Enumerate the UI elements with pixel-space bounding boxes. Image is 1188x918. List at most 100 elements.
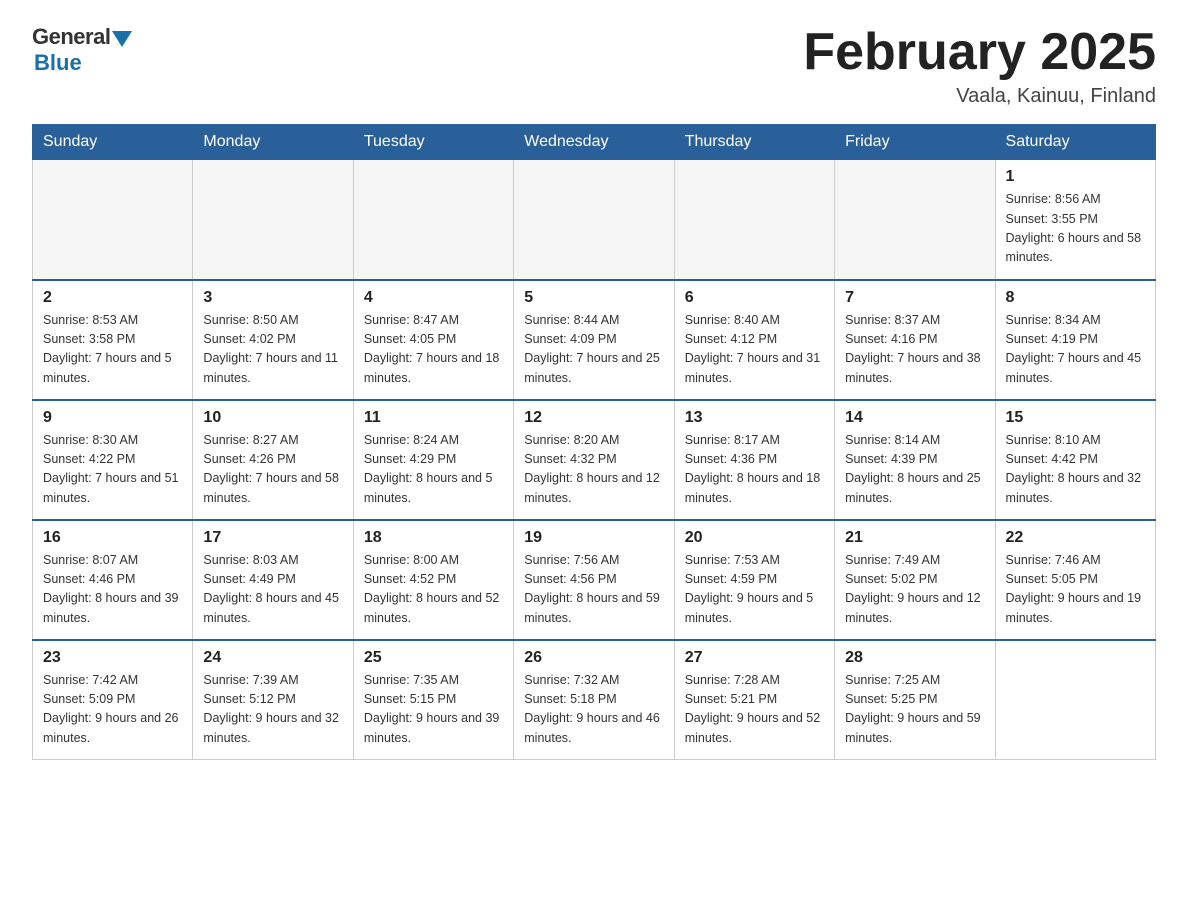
day-info: Sunrise: 8:17 AMSunset: 4:36 PMDaylight:… [685,431,824,509]
day-info: Sunrise: 7:25 AMSunset: 5:25 PMDaylight:… [845,671,984,749]
calendar-cell: 24 Sunrise: 7:39 AMSunset: 5:12 PMDayligh… [193,640,353,760]
calendar-cell [33,160,193,280]
day-info: Sunrise: 7:32 AMSunset: 5:18 PMDaylight:… [524,671,663,749]
logo: General Blue [32,24,132,76]
calendar-cell [995,640,1155,760]
logo-blue-text: Blue [34,50,82,76]
day-number: 1 [1006,168,1145,186]
day-info: Sunrise: 8:40 AMSunset: 4:12 PMDaylight:… [685,311,824,389]
day-number: 10 [203,409,342,427]
logo-arrow-icon [112,31,132,47]
calendar-cell: 3 Sunrise: 8:50 AMSunset: 4:02 PMDaylight… [193,280,353,400]
calendar-cell: 1 Sunrise: 8:56 AMSunset: 3:55 PMDaylight… [995,160,1155,280]
logo-general-text: General [32,24,110,50]
calendar-cell: 10Sunrise: 8:27 AMSunset: 4:26 PMDayligh… [193,400,353,520]
day-number: 13 [685,409,824,427]
day-info: Sunrise: 8:37 AMSunset: 4:16 PMDaylight:… [845,311,984,389]
day-number: 24 [203,649,342,667]
calendar-cell: 28 Sunrise: 7:25 AMSunset: 5:25 PMDayligh… [835,640,995,760]
column-header-sunday: Sunday [33,125,193,160]
day-number: 28 [845,649,984,667]
calendar-cell: 7 Sunrise: 8:37 AMSunset: 4:16 PMDaylight… [835,280,995,400]
calendar-cell: 14 Sunrise: 8:14 AMSunset: 4:39 PMDayligh… [835,400,995,520]
day-number: 26 [524,649,663,667]
day-info: Sunrise: 8:07 AMSunset: 4:46 PMDaylight:… [43,551,182,629]
day-info: Sunrise: 8:30 AMSunset: 4:22 PMDaylight:… [43,431,182,509]
day-info: Sunrise: 7:42 AMSunset: 5:09 PMDaylight:… [43,671,182,749]
calendar-cell: 18Sunrise: 8:00 AMSunset: 4:52 PMDayligh… [353,520,513,640]
day-number: 23 [43,649,182,667]
calendar-cell: 2 Sunrise: 8:53 AMSunset: 3:58 PMDaylight… [33,280,193,400]
calendar-cell [353,160,513,280]
calendar-cell: 17 Sunrise: 8:03 AMSunset: 4:49 PMDayligh… [193,520,353,640]
day-number: 27 [685,649,824,667]
calendar-cell [674,160,834,280]
day-number: 6 [685,289,824,307]
day-info: Sunrise: 7:28 AMSunset: 5:21 PMDaylight:… [685,671,824,749]
calendar-cell: 23 Sunrise: 7:42 AMSunset: 5:09 PMDayligh… [33,640,193,760]
day-info: Sunrise: 8:14 AMSunset: 4:39 PMDaylight:… [845,431,984,509]
day-info: Sunrise: 8:24 AMSunset: 4:29 PMDaylight:… [364,431,503,509]
month-title: February 2025 [803,24,1156,81]
page-header: General Blue February 2025 Vaala, Kainuu… [32,24,1156,108]
calendar-cell: 21 Sunrise: 7:49 AMSunset: 5:02 PMDayligh… [835,520,995,640]
day-info: Sunrise: 7:56 AMSunset: 4:56 PMDaylight:… [524,551,663,629]
calendar-cell: 6 Sunrise: 8:40 AMSunset: 4:12 PMDaylight… [674,280,834,400]
day-info: Sunrise: 8:10 AMSunset: 4:42 PMDaylight:… [1006,431,1145,509]
day-info: Sunrise: 7:39 AMSunset: 5:12 PMDaylight:… [203,671,342,749]
day-number: 3 [203,289,342,307]
column-header-saturday: Saturday [995,125,1155,160]
calendar-cell [835,160,995,280]
day-info: Sunrise: 8:53 AMSunset: 3:58 PMDaylight:… [43,311,182,389]
calendar-cell: 9 Sunrise: 8:30 AMSunset: 4:22 PMDaylight… [33,400,193,520]
day-info: Sunrise: 7:49 AMSunset: 5:02 PMDaylight:… [845,551,984,629]
calendar-week-row: 16Sunrise: 8:07 AMSunset: 4:46 PMDayligh… [33,520,1156,640]
calendar-cell: 8 Sunrise: 8:34 AMSunset: 4:19 PMDaylight… [995,280,1155,400]
calendar-cell: 25 Sunrise: 7:35 AMSunset: 5:15 PMDayligh… [353,640,513,760]
day-number: 2 [43,289,182,307]
calendar-cell: 27 Sunrise: 7:28 AMSunset: 5:21 PMDayligh… [674,640,834,760]
calendar-cell: 26 Sunrise: 7:32 AMSunset: 5:18 PMDayligh… [514,640,674,760]
day-info: Sunrise: 8:20 AMSunset: 4:32 PMDaylight:… [524,431,663,509]
calendar-cell [193,160,353,280]
day-number: 9 [43,409,182,427]
day-number: 15 [1006,409,1145,427]
calendar-cell: 19 Sunrise: 7:56 AMSunset: 4:56 PMDayligh… [514,520,674,640]
day-number: 11 [364,409,503,427]
calendar-cell: 15 Sunrise: 8:10 AMSunset: 4:42 PMDayligh… [995,400,1155,520]
day-number: 5 [524,289,663,307]
calendar-week-row: 2 Sunrise: 8:53 AMSunset: 3:58 PMDaylight… [33,280,1156,400]
day-number: 19 [524,529,663,547]
day-number: 22 [1006,529,1145,547]
title-section: February 2025 Vaala, Kainuu, Finland [803,24,1156,108]
day-number: 20 [685,529,824,547]
day-number: 8 [1006,289,1145,307]
day-info: Sunrise: 8:34 AMSunset: 4:19 PMDaylight:… [1006,311,1145,389]
calendar-cell: 13 Sunrise: 8:17 AMSunset: 4:36 PMDayligh… [674,400,834,520]
calendar-cell: 5 Sunrise: 8:44 AMSunset: 4:09 PMDaylight… [514,280,674,400]
day-info: Sunrise: 7:53 AMSunset: 4:59 PMDaylight:… [685,551,824,629]
day-number: 14 [845,409,984,427]
day-number: 25 [364,649,503,667]
calendar-week-row: 9 Sunrise: 8:30 AMSunset: 4:22 PMDaylight… [33,400,1156,520]
column-header-friday: Friday [835,125,995,160]
day-number: 12 [524,409,663,427]
calendar-cell: 22Sunrise: 7:46 AMSunset: 5:05 PMDayligh… [995,520,1155,640]
calendar-cell: 4Sunrise: 8:47 AMSunset: 4:05 PMDaylight… [353,280,513,400]
day-info: Sunrise: 8:03 AMSunset: 4:49 PMDaylight:… [203,551,342,629]
day-number: 21 [845,529,984,547]
calendar-table: SundayMondayTuesdayWednesdayThursdayFrid… [32,124,1156,760]
calendar-cell: 11 Sunrise: 8:24 AMSunset: 4:29 PMDayligh… [353,400,513,520]
location-text: Vaala, Kainuu, Finland [803,85,1156,108]
calendar-cell: 20 Sunrise: 7:53 AMSunset: 4:59 PMDayligh… [674,520,834,640]
day-number: 7 [845,289,984,307]
day-info: Sunrise: 8:50 AMSunset: 4:02 PMDaylight:… [203,311,342,389]
calendar-week-row: 1 Sunrise: 8:56 AMSunset: 3:55 PMDaylight… [33,160,1156,280]
day-info: Sunrise: 7:35 AMSunset: 5:15 PMDaylight:… [364,671,503,749]
day-number: 17 [203,529,342,547]
column-header-tuesday: Tuesday [353,125,513,160]
column-header-monday: Monday [193,125,353,160]
day-info: Sunrise: 8:56 AMSunset: 3:55 PMDaylight:… [1006,190,1145,268]
calendar-week-row: 23 Sunrise: 7:42 AMSunset: 5:09 PMDayligh… [33,640,1156,760]
day-info: Sunrise: 8:44 AMSunset: 4:09 PMDaylight:… [524,311,663,389]
